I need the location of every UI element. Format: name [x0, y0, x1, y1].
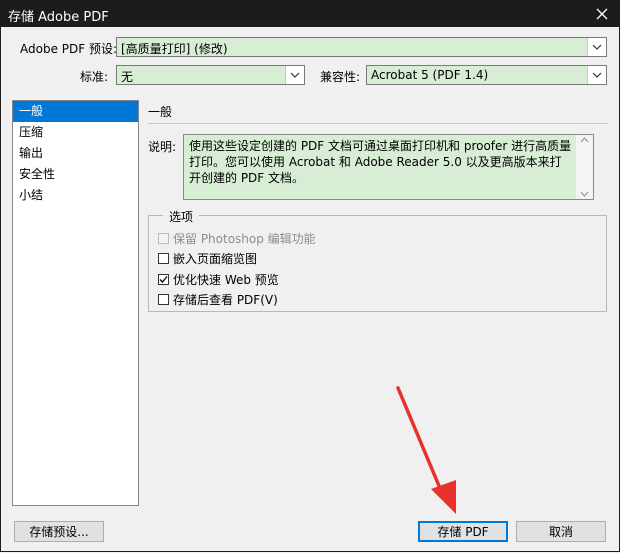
check-icon	[159, 276, 168, 283]
preset-value: [高质量打印] (修改)	[121, 42, 228, 56]
option-label: 嵌入页面缩览图	[173, 252, 258, 266]
option-preserve-photoshop[interactable]: 保留 Photoshop 编辑功能	[158, 230, 316, 247]
option-view-after-save[interactable]: 存储后查看 PDF(V)	[158, 291, 278, 308]
sidebar-item-output[interactable]: 输出	[13, 143, 138, 164]
checkbox[interactable]	[158, 233, 169, 244]
option-label: 保留 Photoshop 编辑功能	[173, 232, 316, 246]
options-title: 选项	[163, 208, 200, 225]
standard-value: 无	[121, 70, 134, 84]
cancel-button[interactable]: 取消	[516, 521, 606, 542]
option-label: 优化快速 Web 预览	[173, 273, 279, 287]
checkbox-checked[interactable]	[158, 274, 169, 285]
preset-dropdown[interactable]: [高质量打印] (修改)	[116, 37, 607, 57]
option-label: 存储后查看 PDF(V)	[173, 293, 278, 307]
category-list: 一般 压缩 输出 安全性 小结	[12, 100, 139, 506]
window-title: 存储 Adobe PDF	[8, 10, 109, 25]
standard-label: 标准:	[80, 70, 109, 84]
section-heading: 一般	[148, 105, 173, 119]
option-fast-web-view[interactable]: 优化快速 Web 预览	[158, 271, 279, 288]
description-label: 说明:	[148, 140, 177, 154]
checkbox[interactable]	[158, 294, 169, 305]
checkbox[interactable]	[158, 253, 169, 264]
scroll-up-icon[interactable]	[580, 137, 589, 143]
compat-label: 兼容性:	[320, 70, 361, 84]
chevron-down-icon	[587, 66, 606, 84]
save-pdf-button[interactable]: 存储 PDF	[418, 521, 508, 542]
sidebar-item-security[interactable]: 安全性	[13, 164, 138, 185]
standard-dropdown[interactable]: 无	[116, 65, 305, 85]
close-button[interactable]	[584, 0, 620, 27]
chevron-down-icon	[587, 38, 606, 56]
save-preset-button[interactable]: 存储预设...	[14, 521, 104, 542]
section-divider	[148, 123, 608, 124]
close-icon	[596, 8, 608, 19]
sidebar-item-summary[interactable]: 小结	[13, 185, 138, 206]
chevron-down-icon	[285, 66, 304, 84]
description-scrollbar[interactable]	[576, 135, 593, 199]
preset-label: Adobe PDF 预设:	[20, 42, 118, 56]
options-group: 选项 保留 Photoshop 编辑功能 嵌入页面缩览图 优化快速 Web 预览…	[148, 208, 607, 312]
sidebar-item-compression[interactable]: 压缩	[13, 122, 138, 143]
sidebar-item-general[interactable]: 一般	[13, 101, 138, 122]
option-embed-thumbnails[interactable]: 嵌入页面缩览图	[158, 250, 257, 267]
title-bar: 存储 Adobe PDF	[0, 0, 620, 27]
compat-dropdown[interactable]: Acrobat 5 (PDF 1.4)	[366, 65, 607, 85]
description-box: 使用这些设定创建的 PDF 文档可通过桌面打印机和 proofer 进行高质量打…	[183, 134, 594, 200]
description-text: 使用这些设定创建的 PDF 文档可通过桌面打印机和 proofer 进行高质量打…	[189, 139, 572, 185]
scroll-down-icon[interactable]	[580, 191, 589, 197]
compat-value: Acrobat 5 (PDF 1.4)	[371, 68, 489, 82]
